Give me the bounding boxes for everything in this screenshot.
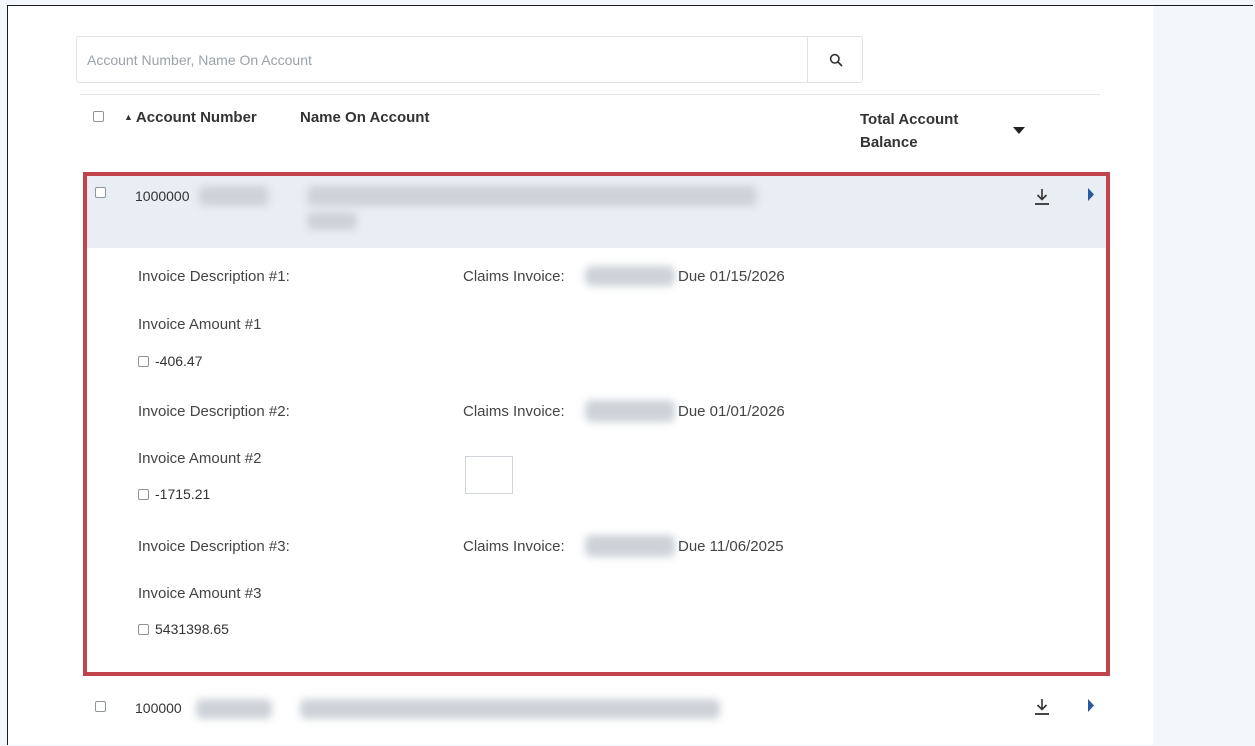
select-all-checkbox[interactable] [93, 109, 104, 127]
sort-ascending-icon: ▲ [124, 112, 133, 122]
column-header-label: Account Number [135, 109, 257, 126]
account-number: 100000 [135, 700, 182, 716]
redacted-account-name [300, 699, 720, 719]
table-header: ▲ Account Number Name On Account Total Ac… [80, 95, 1100, 165]
right-side-panel [1153, 6, 1254, 746]
column-header-name-on-account[interactable]: Name On Account [300, 109, 429, 126]
row-checkbox[interactable] [95, 701, 106, 712]
search-input[interactable] [85, 45, 799, 75]
search-bar [76, 36, 863, 83]
redacted-account-suffix [196, 699, 272, 719]
search-icon [829, 53, 843, 66]
search-button[interactable] [807, 36, 864, 83]
download-icon[interactable] [1034, 698, 1050, 716]
column-header-account-number[interactable]: ▲ Account Number [124, 109, 257, 126]
expand-arrow-icon[interactable] [1087, 699, 1095, 712]
expanded-row-highlight [83, 172, 1110, 676]
sort-caret-icon[interactable] [1012, 127, 1026, 135]
column-header-total-balance[interactable]: Total Account Balance [860, 108, 990, 154]
